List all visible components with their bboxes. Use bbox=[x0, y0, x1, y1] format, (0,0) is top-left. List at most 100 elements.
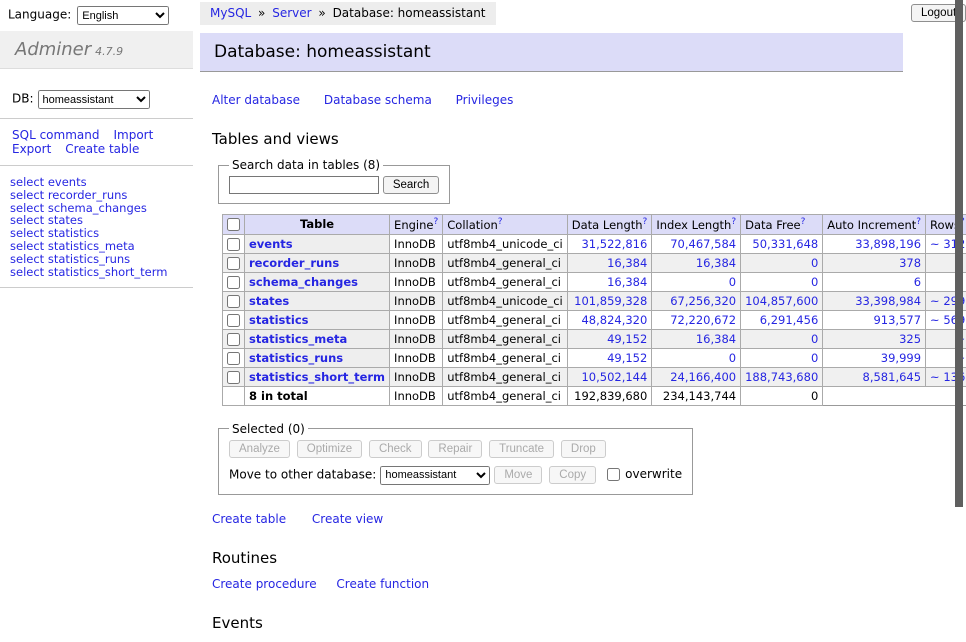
total-data-length: 192,839,680 bbox=[567, 386, 652, 405]
selected-buttons-row: Analyze Optimize Check Repair Truncate D… bbox=[229, 440, 682, 458]
repair-button[interactable]: Repair bbox=[428, 440, 482, 458]
sidebar-link-sql-command[interactable]: SQL command bbox=[12, 128, 99, 142]
row-checkbox[interactable] bbox=[227, 314, 240, 327]
sidebar-item-select-statistics-runs[interactable]: select statistics_runs bbox=[10, 253, 193, 266]
row-checkbox[interactable] bbox=[227, 295, 240, 308]
create-procedure-link[interactable]: Create procedure bbox=[212, 577, 317, 591]
privileges-link[interactable]: Privileges bbox=[456, 93, 514, 107]
auto-increment-cell: 378 bbox=[823, 253, 926, 272]
data-length-cell: 10,502,144 bbox=[567, 367, 652, 386]
breadcrumb-separator: » bbox=[258, 6, 265, 20]
sidebar-item-select-events[interactable]: select events bbox=[10, 176, 193, 189]
copy-button[interactable]: Copy bbox=[549, 466, 596, 484]
drop-button[interactable]: Drop bbox=[561, 440, 606, 458]
data-free-cell: 6,291,456 bbox=[741, 310, 823, 329]
analyze-button[interactable]: Analyze bbox=[229, 440, 290, 458]
auto-increment-cell: 33,398,984 bbox=[823, 291, 926, 310]
sidebar-item-select-statistics-short-term[interactable]: select statistics_short_term bbox=[10, 266, 193, 279]
total-engine: InnoDB bbox=[390, 386, 443, 405]
index-length-cell: 0 bbox=[652, 272, 741, 291]
help-icon[interactable]: ? bbox=[643, 217, 648, 227]
table-link[interactable]: statistics_runs bbox=[249, 351, 343, 365]
table-link[interactable]: statistics_meta bbox=[249, 332, 347, 346]
create-function-link[interactable]: Create function bbox=[336, 577, 429, 591]
move-database-select[interactable]: homeassistant bbox=[380, 466, 490, 485]
select-all-checkbox[interactable] bbox=[227, 218, 240, 231]
sidebar-item-select-recorder-runs[interactable]: select recorder_runs bbox=[10, 189, 193, 202]
index-length-cell: 67,256,320 bbox=[652, 291, 741, 310]
column-header-engine: Engine? bbox=[390, 215, 443, 235]
search-legend: Search data in tables (8) bbox=[229, 158, 383, 172]
overwrite-label: overwrite bbox=[625, 467, 682, 481]
alter-database-link[interactable]: Alter database bbox=[212, 93, 300, 107]
collation-cell: utf8mb4_general_ci bbox=[443, 367, 568, 386]
row-checkbox[interactable] bbox=[227, 238, 240, 251]
overwrite-checkbox[interactable] bbox=[607, 468, 620, 481]
sidebar-item-select-statistics-meta[interactable]: select statistics_meta bbox=[10, 240, 193, 253]
sidebar-table-list: select events select recorder_runs selec… bbox=[10, 176, 193, 278]
table-row: states InnoDB utf8mb4_unicode_ci 101,859… bbox=[223, 291, 966, 310]
row-checkbox[interactable] bbox=[227, 371, 240, 384]
row-checkbox[interactable] bbox=[227, 333, 240, 346]
collation-cell: utf8mb4_general_ci bbox=[443, 253, 568, 272]
help-icon[interactable]: ? bbox=[731, 217, 736, 227]
app-name: Adminer bbox=[15, 39, 91, 60]
optimize-button[interactable]: Optimize bbox=[297, 440, 362, 458]
check-button[interactable]: Check bbox=[369, 440, 422, 458]
auto-increment-cell: 39,999 bbox=[823, 348, 926, 367]
index-length-cell: 70,467,584 bbox=[652, 234, 741, 253]
total-data-free: 0 bbox=[741, 386, 823, 405]
move-button[interactable]: Move bbox=[494, 466, 542, 484]
data-length-cell: 101,859,328 bbox=[567, 291, 652, 310]
breadcrumb-link-server[interactable]: Server bbox=[272, 6, 311, 20]
breadcrumb-link-mysql[interactable]: MySQL bbox=[210, 6, 251, 20]
auto-increment-cell: 913,577 bbox=[823, 310, 926, 329]
table-row: schema_changes InnoDB utf8mb4_general_ci… bbox=[223, 272, 966, 291]
table-link[interactable]: recorder_runs bbox=[249, 256, 339, 270]
main-content: MySQL » Server » Database: homeassistant… bbox=[200, 0, 903, 642]
table-row: events InnoDB utf8mb4_unicode_ci 31,522,… bbox=[223, 234, 966, 253]
create-table-link[interactable]: Create table bbox=[212, 512, 286, 526]
data-length-cell: 16,384 bbox=[567, 253, 652, 272]
db-label: DB: bbox=[12, 92, 34, 106]
routines-heading: Routines bbox=[212, 549, 903, 567]
routine-links: Create procedure Create function bbox=[212, 577, 903, 591]
table-link[interactable]: events bbox=[249, 237, 293, 251]
table-link[interactable]: statistics bbox=[249, 313, 309, 327]
sidebar-link-export[interactable]: Export bbox=[12, 142, 51, 156]
help-icon[interactable]: ? bbox=[801, 217, 806, 227]
sidebar-link-import[interactable]: Import bbox=[113, 128, 153, 142]
scrollbar-thumb[interactable] bbox=[955, 0, 963, 507]
database-schema-link[interactable]: Database schema bbox=[324, 93, 432, 107]
sidebar-divider bbox=[0, 118, 193, 119]
help-icon[interactable]: ? bbox=[498, 217, 503, 227]
row-checkbox[interactable] bbox=[227, 276, 240, 289]
sidebar-link-create-table[interactable]: Create table bbox=[65, 142, 139, 156]
search-button[interactable]: Search bbox=[383, 176, 439, 194]
create-view-link[interactable]: Create view bbox=[312, 512, 383, 526]
row-checkbox[interactable] bbox=[227, 257, 240, 270]
table-total-row: 8 in total InnoDB utf8mb4_general_ci 192… bbox=[223, 386, 966, 405]
selected-fieldset: Selected (0) Analyze Optimize Check Repa… bbox=[218, 422, 693, 495]
table-row: statistics_runs InnoDB utf8mb4_general_c… bbox=[223, 348, 966, 367]
db-select[interactable]: homeassistant bbox=[38, 90, 150, 109]
search-input[interactable] bbox=[229, 176, 379, 194]
help-icon[interactable]: ? bbox=[433, 217, 438, 227]
tables-overview-table: Table Engine? Collation? Data Length? In… bbox=[222, 214, 966, 406]
events-heading: Events bbox=[212, 614, 903, 632]
data-free-cell: 0 bbox=[741, 253, 823, 272]
column-header-data-length: Data Length? bbox=[567, 215, 652, 235]
row-checkbox[interactable] bbox=[227, 352, 240, 365]
truncate-button[interactable]: Truncate bbox=[489, 440, 554, 458]
engine-cell: InnoDB bbox=[390, 291, 443, 310]
help-icon[interactable]: ? bbox=[916, 217, 921, 227]
database-action-links: Alter database Database schema Privilege… bbox=[212, 93, 903, 107]
data-length-cell: 49,152 bbox=[567, 329, 652, 348]
table-link[interactable]: schema_changes bbox=[249, 275, 358, 289]
app-logo: Adminer4.7.9 bbox=[0, 31, 193, 69]
search-fieldset: Search data in tables (8) Search bbox=[218, 158, 450, 204]
column-header-collation: Collation? bbox=[443, 215, 568, 235]
table-link[interactable]: statistics_short_term bbox=[249, 370, 385, 384]
table-link[interactable]: states bbox=[249, 294, 289, 308]
data-free-cell: 0 bbox=[741, 348, 823, 367]
